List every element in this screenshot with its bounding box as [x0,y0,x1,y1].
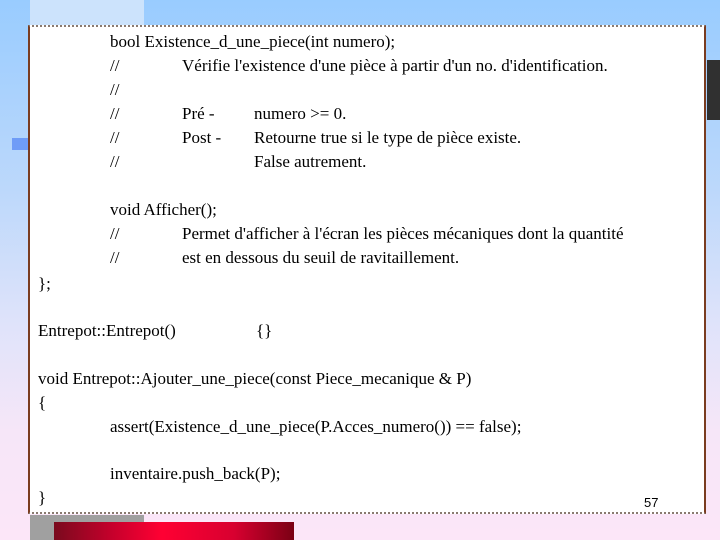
comment-marker: // [110,104,120,123]
comment-marker: // [110,224,120,243]
code-line-close-brace: } [38,488,47,507]
page-number: 57 [644,495,659,510]
pre-value: numero >= 0. [254,104,347,123]
post-value-2: False autrement. [254,152,367,171]
code-line-class-end: }; [38,274,51,293]
comment-marker: // [110,152,120,171]
code-line-ajouter-signature: void Entrepot::Ajouter_une_piece(const P… [38,369,472,388]
code-line-decl-afficher: void Afficher(); [110,200,217,219]
code-line-open-brace: { [38,393,47,412]
code-line-push-back: inventaire.push_back(P); [110,464,281,483]
comment-marker: // [110,80,120,99]
comment-marker: // [110,248,120,267]
afficher-desc-1: Permet d'afficher à l'écran les pièces m… [182,224,624,243]
code-line-existence-desc: Vérifie l'existence d'une pièce à partir… [182,56,608,75]
code-line-constructor: Entrepot::Entrepot() [38,321,176,340]
comment-marker: // [110,56,120,75]
code-line-decl-existence: bool Existence_d_une_piece(int numero); [110,32,396,51]
pre-label: Pré - [182,104,215,123]
left-decor-block [12,138,29,150]
code-line-assert: assert(Existence_d_une_piece(P.Acces_num… [110,417,522,436]
code-text-box: bool Existence_d_une_piece(int numero); … [28,25,706,514]
comment-marker: // [110,128,120,147]
post-value: Retourne true si le type de pièce existe… [254,128,522,147]
top-decor-block [30,0,144,26]
right-decor-block [707,60,720,120]
post-label: Post - [182,128,222,147]
constructor-body: {} [256,321,273,340]
afficher-desc-2: est en dessous du seuil de ravitaillemen… [182,248,460,267]
bottom-red-decor-bar [54,522,294,540]
